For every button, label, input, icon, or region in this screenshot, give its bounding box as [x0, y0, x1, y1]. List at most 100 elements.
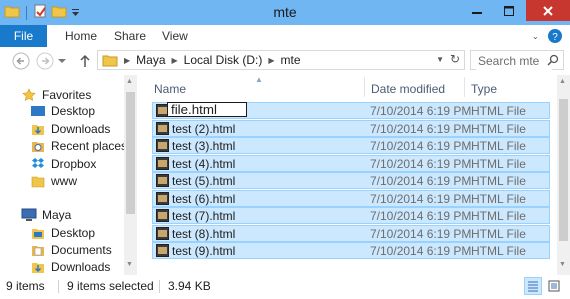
file-date: 7/10/2014 6:19 PM — [370, 227, 472, 241]
tab-home[interactable]: Home — [65, 29, 97, 43]
nav-item-desktop-2[interactable]: Desktop — [30, 224, 95, 242]
column-headers: ▲ Name Date modified Type — [137, 75, 557, 99]
file-date: 7/10/2014 6:19 PM — [370, 244, 472, 258]
scroll-down-icon[interactable]: ▼ — [559, 261, 566, 268]
file-type: HTML File — [471, 227, 526, 241]
downloads-icon — [30, 122, 46, 136]
address-bar[interactable]: ▶ Maya ▶ Local Disk (D:) ▶ mte ▼ ↻ — [97, 50, 465, 70]
details-view-button[interactable] — [524, 277, 542, 295]
nav-item-downloads-2[interactable]: Downloads — [30, 258, 110, 276]
file-name: test (5).html — [172, 174, 236, 188]
file-type: HTML File — [471, 192, 526, 206]
table-row[interactable]: test (7).html 7/10/2014 6:19 PM HTML Fil… — [152, 207, 550, 224]
folder-icon — [30, 174, 46, 188]
breadcrumb-mte[interactable]: mte — [281, 53, 301, 67]
chevron-right-icon[interactable]: ▶ — [172, 56, 178, 65]
column-divider[interactable] — [464, 77, 465, 97]
column-header-type[interactable]: Type — [471, 82, 497, 96]
table-row[interactable]: 7/10/2014 6:19 PM HTML File — [152, 102, 550, 119]
file-name: test (2).html — [172, 122, 236, 136]
maximize-button[interactable] — [494, 0, 524, 21]
navigation-pane: Favorites Desktop Downloads Recent place… — [0, 75, 137, 275]
forward-button[interactable] — [36, 52, 54, 70]
sidebar-item-label: Maya — [42, 208, 72, 222]
navigation-bar: ▶ Maya ▶ Local Disk (D:) ▶ mte ▼ ↻ — [0, 47, 570, 75]
chevron-right-icon[interactable]: ▶ — [268, 56, 274, 65]
nav-item-maya[interactable]: Maya — [21, 206, 71, 224]
search-icon[interactable] — [547, 54, 559, 69]
recent-places-icon — [30, 139, 46, 153]
file-type: HTML File — [471, 122, 526, 136]
explorer-window: mte File Home Share View ⌄ ? ▶ Maya ▶ Lo… — [0, 0, 570, 299]
table-row[interactable]: test (9).html 7/10/2014 6:19 PM HTML Fil… — [152, 242, 550, 259]
scrollbar-thumb[interactable] — [559, 99, 568, 241]
nav-item-desktop[interactable]: Desktop — [30, 102, 95, 120]
refresh-icon[interactable]: ↻ — [450, 52, 460, 66]
recent-locations-dropdown[interactable] — [57, 52, 67, 70]
star-icon — [21, 88, 37, 102]
back-button[interactable] — [12, 52, 30, 70]
file-date: 7/10/2014 6:19 PM — [370, 122, 472, 136]
column-header-name[interactable]: Name — [154, 82, 186, 96]
sidebar-item-label: Downloads — [51, 260, 111, 274]
file-list: ▲ Name Date modified Type 7/10/2014 6:19… — [137, 75, 570, 275]
nav-item-www[interactable]: www — [30, 172, 77, 190]
expand-ribbon-icon[interactable]: ⌄ — [532, 32, 539, 41]
svg-text:?: ? — [552, 32, 558, 43]
table-row[interactable]: test (3).html 7/10/2014 6:19 PM HTML Fil… — [152, 137, 550, 154]
file-name: test (6).html — [172, 192, 236, 206]
file-name: test (8).html — [172, 227, 236, 241]
tab-file[interactable]: File — [0, 25, 47, 47]
sidebar-item-label: Recent places — [51, 139, 128, 153]
nav-item-documents[interactable]: Documents — [30, 241, 112, 259]
scroll-down-icon[interactable]: ▼ — [126, 261, 133, 268]
close-button[interactable] — [526, 0, 570, 21]
nav-item-downloads[interactable]: Downloads — [30, 120, 110, 138]
column-divider[interactable] — [364, 77, 365, 97]
html-file-icon — [156, 139, 169, 152]
file-name: test (9).html — [172, 244, 236, 258]
search-box[interactable] — [470, 50, 564, 70]
nav-pane-scrollbar[interactable]: ▲ ▼ — [124, 75, 137, 275]
nav-item-recent-places[interactable]: Recent places — [30, 137, 127, 155]
file-date: 7/10/2014 6:19 PM — [370, 209, 472, 223]
rename-input[interactable] — [167, 102, 247, 117]
dropbox-icon — [30, 157, 46, 171]
table-row[interactable]: test (6).html 7/10/2014 6:19 PM HTML Fil… — [152, 190, 550, 207]
ribbon-tabs: File Home Share View ⌄ ? — [0, 25, 570, 48]
minimize-button[interactable] — [462, 0, 492, 21]
breadcrumb-maya[interactable]: Maya — [136, 53, 165, 67]
tab-view[interactable]: View — [162, 29, 188, 43]
table-row[interactable]: test (5).html 7/10/2014 6:19 PM HTML Fil… — [152, 172, 550, 189]
sidebar-item-label: Dropbox — [51, 157, 97, 171]
large-icons-view-button[interactable] — [545, 277, 563, 295]
file-date: 7/10/2014 6:19 PM — [370, 192, 472, 206]
up-button[interactable] — [76, 52, 94, 70]
desktop-icon — [30, 226, 46, 240]
chevron-right-icon[interactable]: ▶ — [124, 56, 130, 65]
table-row[interactable]: test (4).html 7/10/2014 6:19 PM HTML Fil… — [152, 155, 550, 172]
file-list-scrollbar[interactable]: ▲ ▼ — [557, 75, 570, 275]
file-date: 7/10/2014 6:19 PM — [370, 174, 472, 188]
search-input[interactable] — [476, 52, 552, 70]
address-history-dropdown[interactable]: ▼ — [436, 55, 444, 64]
html-file-icon — [156, 209, 169, 222]
breadcrumb-local-disk[interactable]: Local Disk (D:) — [184, 53, 263, 67]
scrollbar-thumb[interactable] — [126, 92, 135, 214]
html-file-icon — [156, 174, 169, 187]
help-icon[interactable]: ? — [547, 28, 563, 44]
html-file-icon — [156, 157, 169, 170]
column-header-date[interactable]: Date modified — [371, 82, 445, 96]
status-divider — [58, 280, 59, 293]
scroll-up-icon[interactable]: ▲ — [126, 78, 133, 85]
table-row[interactable]: test (2).html 7/10/2014 6:19 PM HTML Fil… — [152, 120, 550, 137]
scroll-up-icon[interactable]: ▲ — [559, 78, 566, 85]
file-type: HTML File — [471, 174, 526, 188]
nav-item-dropbox[interactable]: Dropbox — [30, 155, 96, 173]
sidebar-item-label: Favorites — [42, 88, 92, 102]
downloads-icon — [30, 260, 46, 274]
html-file-icon — [156, 192, 169, 205]
sort-ascending-icon: ▲ — [255, 75, 263, 84]
tab-share[interactable]: Share — [114, 29, 146, 43]
table-row[interactable]: test (8).html 7/10/2014 6:19 PM HTML Fil… — [152, 225, 550, 242]
